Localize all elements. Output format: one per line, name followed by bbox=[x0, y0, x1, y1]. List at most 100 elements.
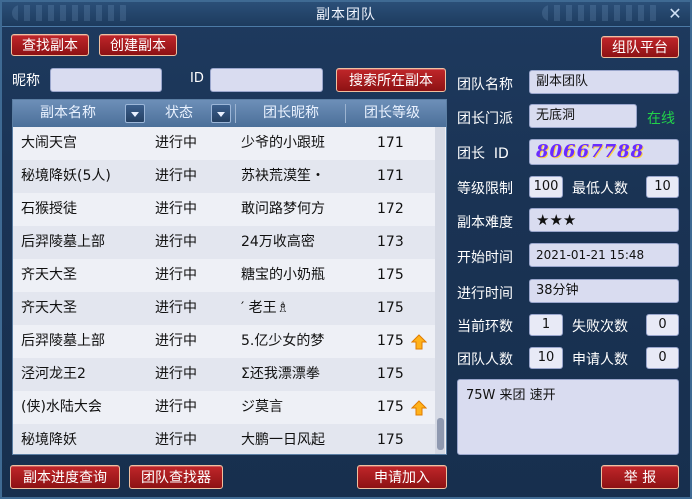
fail-count-value: 0 bbox=[646, 314, 679, 336]
id-input[interactable] bbox=[210, 68, 323, 92]
cell-status: 进行中 bbox=[155, 366, 197, 382]
team-finder-button[interactable]: 团队查找器 bbox=[129, 465, 223, 489]
header-divider bbox=[345, 104, 346, 123]
cell-status: 进行中 bbox=[155, 201, 197, 217]
cell-leader-nickname: 大鹏一日风起 bbox=[241, 432, 325, 448]
min-people-value: 10 bbox=[646, 176, 679, 198]
cell-status: 进行中 bbox=[155, 135, 197, 151]
search-location-button[interactable]: 搜索所在副本 bbox=[336, 68, 446, 92]
table-row[interactable]: 后羿陵墓上部 进行中 5.亿少女的梦 175 bbox=[13, 325, 435, 358]
cell-status: 进行中 bbox=[155, 234, 197, 250]
arrow-up-icon bbox=[411, 334, 427, 350]
table-row[interactable]: 石猴授徒 进行中 敢问路梦何方 172 bbox=[13, 193, 435, 226]
cell-dungeon-name: 大闹天宫 bbox=[21, 135, 77, 151]
table-row[interactable]: 齐天大圣 进行中 ′ 老王♗ 175 bbox=[13, 292, 435, 325]
table-row[interactable]: 泾河龙王2 进行中 Σ还我漂漂拳 175 bbox=[13, 358, 435, 391]
cell-leader-level: 175 bbox=[377, 432, 404, 448]
table-row[interactable]: 齐天大圣 进行中 糖宝的小奶瓶 175 bbox=[13, 259, 435, 292]
arrow-up-icon bbox=[411, 400, 427, 416]
level-limit-label: 等级限制 bbox=[457, 181, 513, 197]
start-time-label: 开始时间 bbox=[457, 250, 513, 266]
cell-leader-level: 173 bbox=[377, 234, 404, 250]
id-label: ID bbox=[190, 71, 204, 86]
cell-dungeon-name: 后羿陵墓上部 bbox=[21, 234, 105, 250]
table-row[interactable]: 秘境降妖(5人) 进行中 苏袂荒漠笙・ 171 bbox=[13, 160, 435, 193]
cell-leader-level: 171 bbox=[377, 135, 404, 151]
cell-leader-level: 175 bbox=[377, 333, 404, 349]
scrollbar-thumb[interactable] bbox=[437, 418, 444, 450]
cell-status: 进行中 bbox=[155, 432, 197, 448]
start-time-value: 2021-01-21 15:48 bbox=[529, 243, 679, 267]
cell-dungeon-name: 泾河龙王2 bbox=[21, 366, 86, 382]
cell-leader-nickname: ′ 老王♗ bbox=[241, 300, 290, 316]
cell-leader-nickname: 24万收高密 bbox=[241, 234, 315, 250]
header-divider bbox=[235, 104, 236, 123]
fail-count-label: 失败次数 bbox=[572, 319, 628, 335]
team-platform-button[interactable]: 组队平台 bbox=[601, 36, 679, 58]
dungeon-table: 副本名称 状态 团长昵称 团长等级 大闹天宫 进行中 少爷的小跟班 171 秘境降妖(5… bbox=[12, 99, 447, 455]
create-dungeon-button[interactable]: 创建副本 bbox=[99, 34, 177, 56]
current-round-value: 1 bbox=[529, 314, 563, 336]
cell-status: 进行中 bbox=[155, 168, 197, 184]
elapsed-time-label: 进行时间 bbox=[457, 286, 513, 302]
leader-school-label: 团长门派 bbox=[457, 111, 513, 127]
table-row[interactable]: 后羿陵墓上部 进行中 24万收高密 173 bbox=[13, 226, 435, 259]
apply-join-button[interactable]: 申请加入 bbox=[357, 465, 447, 489]
online-status: 在线 bbox=[647, 111, 675, 127]
dungeon-name-filter-dropdown[interactable] bbox=[125, 104, 145, 123]
current-round-label: 当前环数 bbox=[457, 319, 513, 335]
header-leader-nickname: 团长昵称 bbox=[263, 105, 319, 121]
cell-dungeon-name: 后羿陵墓上部 bbox=[21, 333, 105, 349]
find-dungeon-button[interactable]: 查找副本 bbox=[11, 34, 89, 56]
min-people-label: 最低人数 bbox=[572, 181, 628, 197]
cell-dungeon-name: 石猴授徒 bbox=[21, 201, 77, 217]
leader-id-value: 80667788 bbox=[529, 139, 679, 165]
table-header: 副本名称 状态 团长昵称 团长等级 bbox=[13, 100, 446, 127]
cell-leader-nickname: 苏袂荒漠笙・ bbox=[241, 168, 325, 184]
scrollbar-track[interactable] bbox=[435, 127, 445, 454]
team-name-label: 团队名称 bbox=[457, 77, 513, 93]
team-notice-text: 75W 来团 速开 bbox=[457, 379, 679, 455]
leader-school-value: 无底洞 bbox=[529, 104, 637, 128]
table-row[interactable]: (侠)水陆大会 进行中 ジ莫言 175 bbox=[13, 391, 435, 424]
cell-status: 进行中 bbox=[155, 399, 197, 415]
cell-leader-nickname: 5.亿少女的梦 bbox=[241, 333, 325, 349]
dungeon-progress-button[interactable]: 副本进度查询 bbox=[10, 465, 120, 489]
cell-leader-nickname: ジ莫言 bbox=[241, 399, 283, 415]
cell-status: 进行中 bbox=[155, 333, 197, 349]
table-row[interactable]: 大闹天宫 进行中 少爷的小跟班 171 bbox=[13, 127, 435, 160]
applicants-label: 申请人数 bbox=[572, 352, 628, 368]
applicants-value: 0 bbox=[646, 347, 679, 369]
cell-dungeon-name: 齐天大圣 bbox=[21, 267, 77, 283]
cell-leader-nickname: Σ还我漂漂拳 bbox=[241, 366, 320, 382]
cell-leader-level: 171 bbox=[377, 168, 404, 184]
leader-id-label: 团长 ID bbox=[457, 146, 509, 162]
window-title: 副本团队 bbox=[316, 7, 376, 23]
table-row[interactable]: 秘境降妖 进行中 大鹏一日风起 175 bbox=[13, 424, 435, 454]
header-dungeon-name: 副本名称 bbox=[40, 105, 96, 121]
cell-leader-level: 175 bbox=[377, 366, 404, 382]
title-bar: 副本团队 ✕ bbox=[2, 2, 690, 27]
close-icon[interactable]: ✕ bbox=[666, 5, 684, 23]
cell-dungeon-name: (侠)水陆大会 bbox=[21, 399, 102, 415]
cell-leader-nickname: 少爷的小跟班 bbox=[241, 135, 325, 151]
difficulty-label: 副本难度 bbox=[457, 215, 513, 231]
report-button[interactable]: 举 报 bbox=[601, 465, 679, 489]
cell-leader-level: 172 bbox=[377, 201, 404, 217]
header-leader-level: 团长等级 bbox=[364, 105, 420, 121]
dungeon-team-window: 副本团队 ✕ 查找副本 创建副本 组队平台 昵称 ID 搜索所在副本 副本名称 … bbox=[0, 0, 692, 499]
difficulty-stars: ★★★ bbox=[529, 208, 679, 232]
cell-dungeon-name: 秘境降妖 bbox=[21, 432, 77, 448]
cell-leader-level: 175 bbox=[377, 300, 404, 316]
cell-leader-level: 175 bbox=[377, 267, 404, 283]
cell-leader-nickname: 敢问路梦何方 bbox=[241, 201, 325, 217]
header-status: 状态 bbox=[165, 105, 193, 121]
status-filter-dropdown[interactable] bbox=[211, 104, 231, 123]
nickname-label: 昵称 bbox=[12, 73, 40, 89]
cell-leader-nickname: 糖宝的小奶瓶 bbox=[241, 267, 325, 283]
cell-status: 进行中 bbox=[155, 267, 197, 283]
nickname-input[interactable] bbox=[50, 68, 162, 92]
cell-status: 进行中 bbox=[155, 300, 197, 316]
team-name-value: 副本团队 bbox=[529, 70, 679, 94]
team-count-value: 10 bbox=[529, 347, 563, 369]
